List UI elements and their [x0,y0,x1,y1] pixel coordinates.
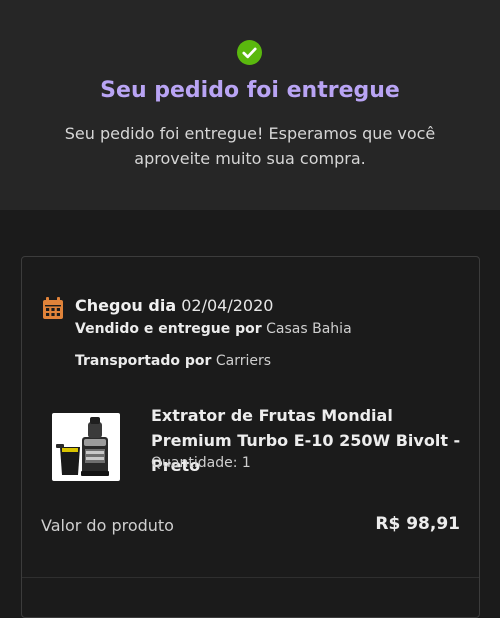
carrier-label: Transportado por [75,353,212,369]
divider [22,577,479,578]
status-message: Seu pedido foi entregue! Esperamos que v… [64,124,436,168]
order-card: Chegou dia 02/04/2020 Vendido e entregue… [21,256,480,618]
delivery-status-banner: Seu pedido foi entregue Seu pedido foi e… [0,0,500,210]
product-image[interactable] [52,413,120,481]
product-value: R$ 98,91 [375,514,460,534]
arrival-info: Chegou dia 02/04/2020 [75,296,273,315]
seller-name: Casas Bahia [266,321,352,337]
quantity-value: 1 [241,455,251,471]
seller-label: Vendido e entregue por [75,321,262,337]
calendar-icon [43,297,63,319]
carrier-info: Transportado por Carriers [75,353,271,369]
status-title: Seu pedido foi entregue [100,78,400,103]
check-circle-icon [237,40,262,65]
seller-info: Vendido e entregue por Casas Bahia [75,321,352,337]
carrier-name: Carriers [215,353,272,369]
quantity-label: Quantidade: [151,455,238,471]
juicer-image [56,417,109,476]
product-quantity: Quantidade: 1 [151,455,251,471]
arrival-date: 02/04/2020 [181,296,274,315]
product-value-label: Valor do produto [41,516,174,535]
arrival-label: Chegou dia [75,296,177,315]
